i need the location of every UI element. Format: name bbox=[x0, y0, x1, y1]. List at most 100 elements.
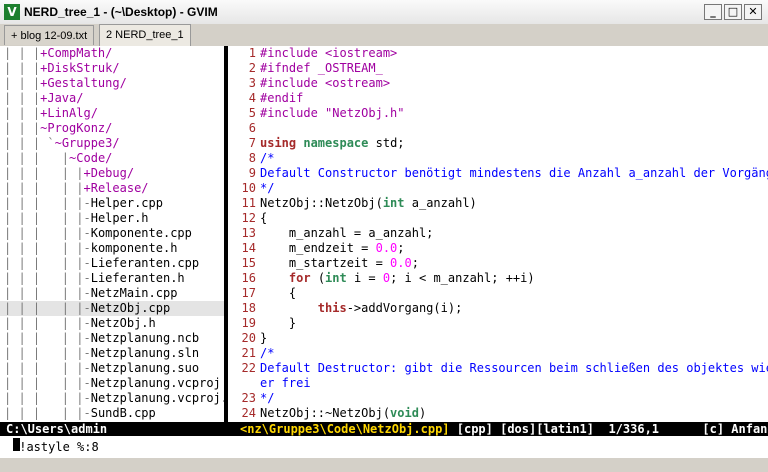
tree-file-name: Netzplanung.suo bbox=[90, 361, 200, 375]
code-line[interactable]: 24 NetzObj::~NetzObj(void) bbox=[230, 406, 766, 421]
maximize-button[interactable]: □ bbox=[724, 4, 742, 20]
code-line[interactable]: 13 m_anzahl = a_anzahl; bbox=[230, 226, 766, 241]
tree-node-toggle: - bbox=[83, 211, 91, 225]
tree-row[interactable]: | | | | |+Release/ bbox=[4, 181, 149, 196]
tree-node-toggle: - bbox=[83, 376, 91, 390]
code-token: int bbox=[325, 271, 347, 285]
tree-row[interactable]: | | |+CompMath/ bbox=[4, 46, 112, 61]
nerdtree-pane[interactable]: | | |+CompMath/| | |+DiskStruk/| | |+Ges… bbox=[0, 46, 224, 422]
tree-row[interactable]: | | | | |-NetzObj.cpp bbox=[0, 301, 224, 316]
code-line[interactable]: er frei bbox=[230, 376, 766, 391]
code-line[interactable]: 3 #include <ostream> bbox=[230, 76, 766, 91]
line-number: 13 bbox=[241, 226, 256, 240]
code-line[interactable]: 1 #include <iostream> bbox=[230, 46, 766, 61]
code-token: m_anzahl = a_anzahl; bbox=[260, 226, 434, 240]
text-cursor bbox=[13, 438, 20, 451]
tree-row[interactable]: | | | | |-komponente.h bbox=[4, 241, 177, 256]
tree-row[interactable]: | | | | |-Lieferanten.h bbox=[4, 271, 185, 286]
minimize-button[interactable]: _ bbox=[704, 4, 722, 20]
code-line[interactable]: 5 #include "NetzObj.h" bbox=[230, 106, 766, 121]
code-line[interactable]: 9 Default Constructor benötigt mindestens… bbox=[230, 166, 768, 181]
line-number: 12 bbox=[241, 211, 256, 225]
tree-row[interactable]: | | |+LinAlg/ bbox=[4, 106, 98, 121]
tree-row[interactable]: | | | | |-Netzplanung.suo bbox=[4, 361, 199, 376]
tree-node-toggle: - bbox=[83, 241, 91, 255]
line-number: 11 bbox=[241, 196, 256, 210]
tab-nerd-tree[interactable]: 2 NERD_tree_1 bbox=[99, 24, 191, 46]
line-number: 10 bbox=[241, 181, 256, 195]
tree-row[interactable]: | | | | |-Netzplanung.sln bbox=[4, 346, 199, 361]
code-token: #endif bbox=[260, 91, 304, 105]
tree-file-name: Komponente.cpp bbox=[90, 226, 192, 240]
tree-row[interactable]: | | |~ProgKonz/ bbox=[4, 121, 112, 136]
tree-file-name: NetzMain.cpp bbox=[90, 286, 178, 300]
code-token: void bbox=[390, 406, 419, 420]
tree-row[interactable]: | | | | |-NetzObj.h bbox=[4, 316, 156, 331]
tree-row[interactable]: | | | | |-NetzMain.cpp bbox=[4, 286, 177, 301]
code-line[interactable]: 20} bbox=[230, 331, 766, 346]
code-token: */ bbox=[260, 181, 275, 195]
line-number: 17 bbox=[241, 286, 256, 300]
tree-row[interactable]: | | | | |-Komponente.cpp bbox=[4, 226, 192, 241]
code-token: { bbox=[260, 211, 268, 225]
tree-row[interactable]: | | | | |-Lieferanten.cpp bbox=[4, 256, 199, 271]
code-token: 0 bbox=[382, 271, 391, 285]
code-line[interactable]: 8 /* bbox=[230, 151, 766, 166]
code-line[interactable]: 4 #endif bbox=[230, 91, 766, 106]
status-file: <nz\Gruppe3\Code\NetzObj.cpp] bbox=[240, 422, 450, 436]
tree-row[interactable]: | | | | |+Debug/ bbox=[4, 166, 134, 181]
tree-guide: | | | | | bbox=[4, 346, 84, 360]
code-line[interactable]: 11 NetzObj::NetzObj(int a_anzahl) bbox=[230, 196, 766, 211]
code-line[interactable]: 17 { bbox=[230, 286, 766, 301]
tree-row[interactable]: | | | `~Gruppe3/ bbox=[4, 136, 120, 151]
tree-row[interactable]: | | | | |-Helper.h bbox=[4, 211, 149, 226]
code-line[interactable]: 16 for (int i = 0; i < m_anzahl; ++i) bbox=[230, 271, 766, 286]
line-number: 21 bbox=[241, 346, 256, 360]
code-line[interactable]: 18 this->addVorgang(i); bbox=[230, 301, 766, 316]
tab-blog[interactable]: + blog 12-09.txt bbox=[4, 25, 95, 45]
code-token: { bbox=[260, 286, 297, 300]
tree-row[interactable]: | | | | |-SundB.cpp bbox=[4, 406, 156, 421]
tree-file-name: Lieferanten.h bbox=[90, 271, 185, 285]
line-number: 18 bbox=[241, 301, 256, 315]
tree-guide: | | | | | bbox=[4, 196, 84, 210]
code-line[interactable]: 22 Default Destructor: gibt die Ressource… bbox=[230, 361, 768, 376]
tree-row[interactable]: | | | | |-Netzplanung.vcproj bbox=[4, 376, 221, 391]
code-line[interactable]: 6 bbox=[230, 121, 766, 136]
code-token: ; bbox=[397, 241, 405, 255]
tree-dir-name: Code/ bbox=[76, 151, 113, 165]
code-pane[interactable]: 1 #include <iostream> 2 #ifndef _OSTREAM_ 3 #… bbox=[228, 46, 768, 422]
tree-guide: | | | | | bbox=[4, 301, 84, 315]
close-button[interactable]: ✕ bbox=[744, 4, 762, 20]
code-token: /* bbox=[260, 346, 275, 360]
line-number: 9 bbox=[248, 166, 256, 180]
code-line[interactable]: 15 m_startzeit = 0.0; bbox=[230, 256, 766, 271]
code-line[interactable]: 10 */ bbox=[230, 181, 766, 196]
tree-row[interactable]: | | |+Java/ bbox=[4, 91, 83, 106]
code-line[interactable]: 21 /* bbox=[230, 346, 766, 361]
tree-row[interactable]: | | | | |-Helper.cpp bbox=[4, 196, 163, 211]
tree-node-toggle: - bbox=[83, 361, 91, 375]
code-token: #include <iostream> bbox=[260, 46, 398, 60]
code-line[interactable]: 19 } bbox=[230, 316, 766, 331]
code-token: /* bbox=[260, 151, 275, 165]
code-line[interactable]: 7 using namespace std; bbox=[230, 136, 766, 151]
line-number: 20 bbox=[241, 331, 256, 345]
tree-row[interactable]: | | | | |-Netzplanung.vcproj. bbox=[4, 391, 224, 406]
tree-file-name: Netzplanung.vcproj. bbox=[90, 391, 224, 405]
command-line[interactable]: :!astyle %:8 bbox=[0, 436, 768, 458]
code-token: 0.0 bbox=[375, 241, 398, 255]
code-line[interactable]: 2 #ifndef _OSTREAM_ bbox=[230, 61, 766, 76]
code-token: m_endzeit = bbox=[260, 241, 376, 255]
tree-row[interactable]: | | | |~Code/ bbox=[4, 151, 112, 166]
code-line[interactable]: 14 m_endzeit = 0.0; bbox=[230, 241, 766, 256]
code-line[interactable]: 23 */ bbox=[230, 391, 766, 406]
tree-row[interactable]: | | |+Gestaltung/ bbox=[4, 76, 127, 91]
tree-file-name: Netzplanung.ncb bbox=[90, 331, 200, 345]
tree-row[interactable]: | | | | |-Netzplanung.ncb bbox=[4, 331, 199, 346]
tree-guide: | | | | | bbox=[4, 316, 84, 330]
code-token: Default Destructor: gibt die Ressourcen … bbox=[260, 361, 768, 375]
code-line[interactable]: 12 { bbox=[230, 211, 766, 226]
tree-row[interactable]: | | |+DiskStruk/ bbox=[4, 61, 120, 76]
